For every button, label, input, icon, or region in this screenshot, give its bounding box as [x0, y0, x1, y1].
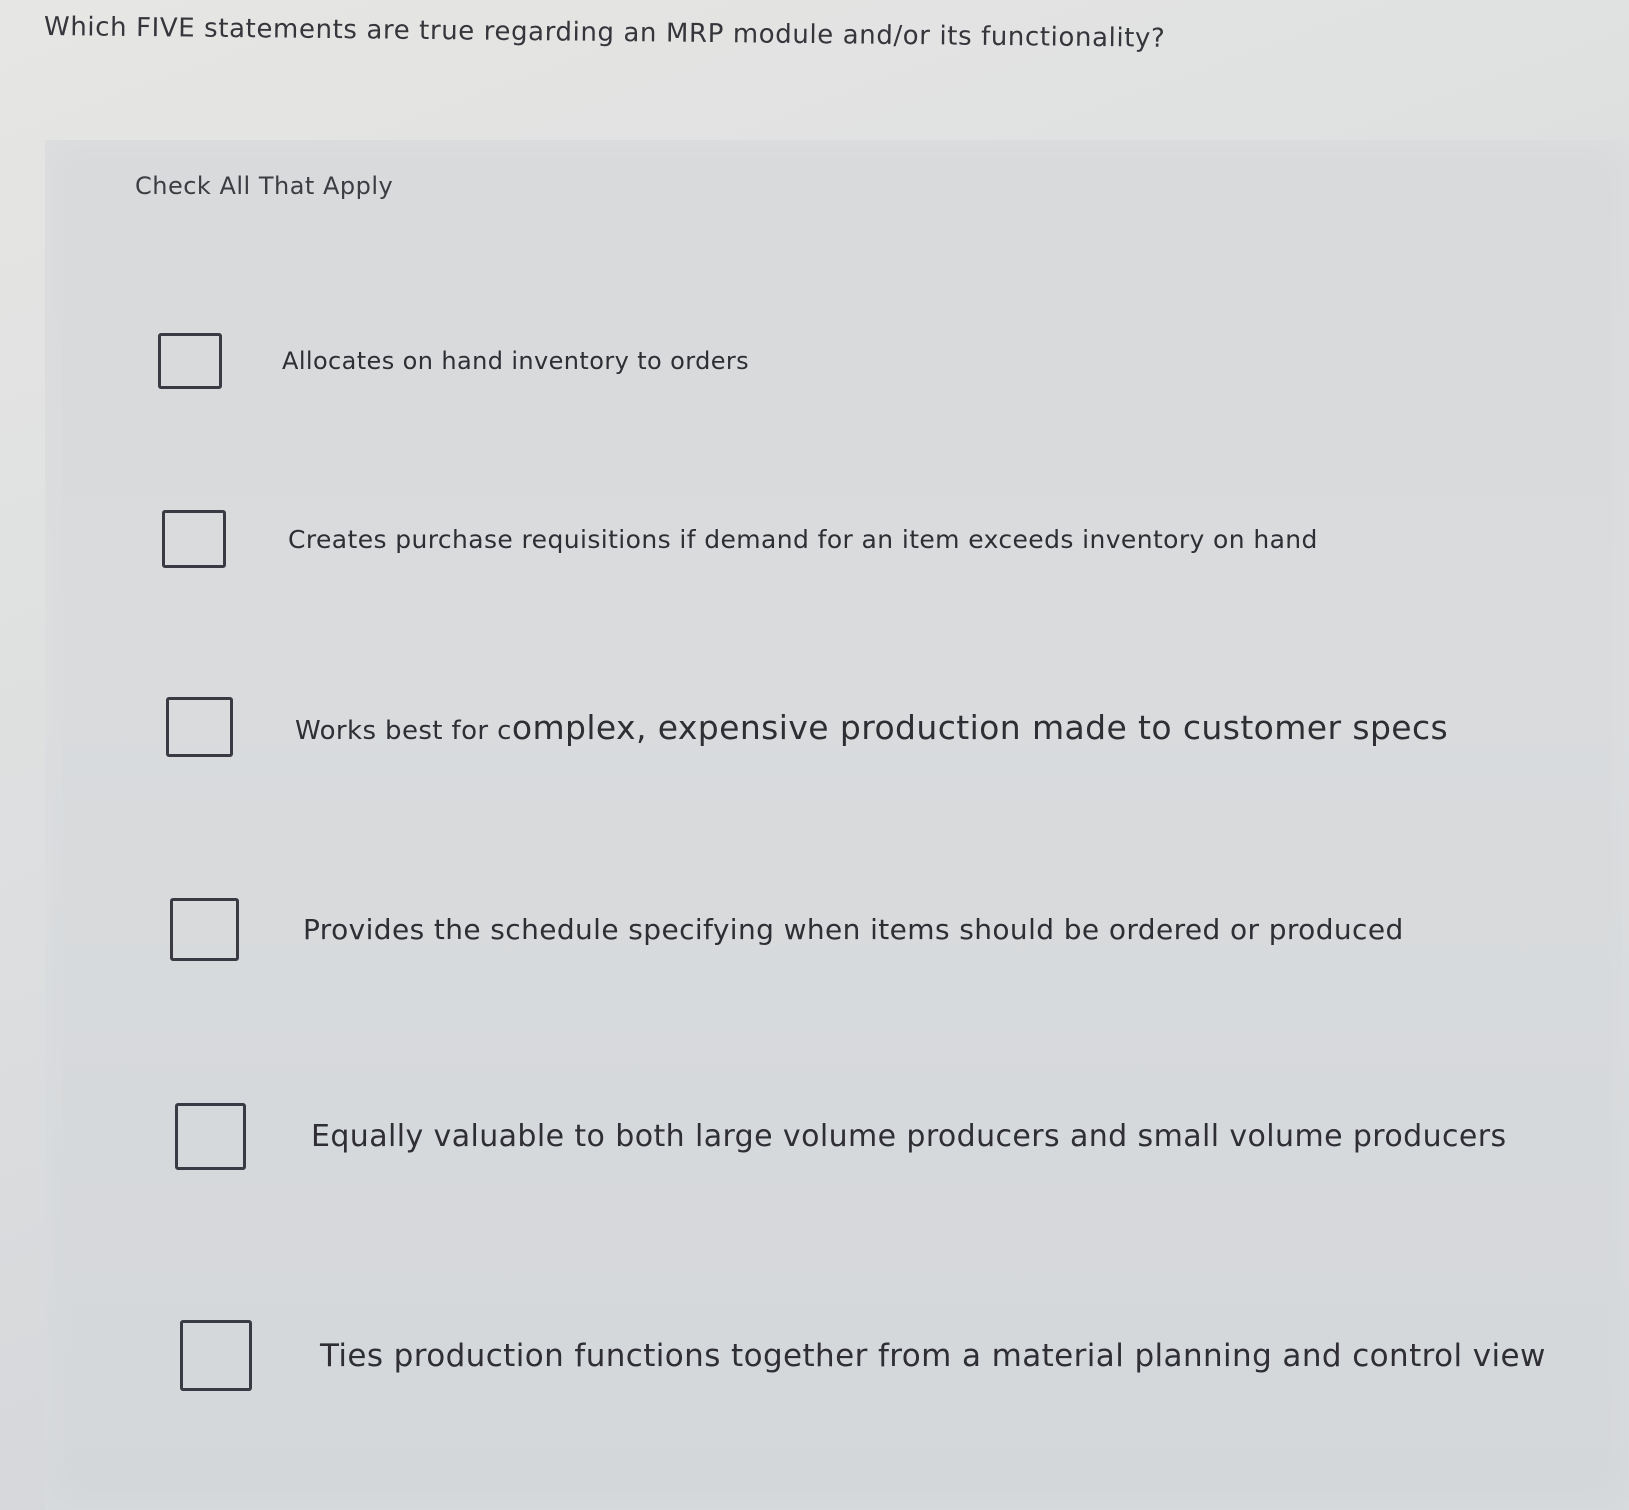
- option-item[interactable]: Works best for complex, expensive produc…: [166, 697, 1448, 757]
- option-item[interactable]: Equally valuable to both large volume pr…: [175, 1103, 1507, 1170]
- option-label[interactable]: Ties production functions together from …: [320, 1338, 1546, 1374]
- instruction-text: Check All That Apply: [135, 172, 394, 200]
- option-label[interactable]: Creates purchase requisitions if demand …: [288, 525, 1318, 554]
- checkbox[interactable]: [166, 697, 233, 757]
- option-item[interactable]: Provides the schedule specifying when it…: [170, 898, 1404, 961]
- option-item[interactable]: Ties production functions together from …: [180, 1320, 1546, 1391]
- option-item[interactable]: Allocates on hand inventory to orders: [158, 333, 749, 389]
- checkbox[interactable]: [158, 333, 222, 389]
- checkbox[interactable]: [162, 510, 226, 568]
- option-label-part: Works best for c: [295, 715, 512, 746]
- checkbox[interactable]: [180, 1320, 252, 1391]
- option-item[interactable]: Creates purchase requisitions if demand …: [162, 510, 1318, 568]
- option-label[interactable]: Provides the schedule specifying when it…: [303, 913, 1404, 946]
- option-label-part: omplex, expensive production made to cus…: [511, 707, 1449, 747]
- option-label[interactable]: Equally valuable to both large volume pr…: [311, 1119, 1507, 1154]
- checkbox[interactable]: [170, 898, 239, 961]
- option-label[interactable]: Works best for complex, expensive produc…: [295, 708, 1448, 747]
- checkbox[interactable]: [175, 1103, 246, 1170]
- option-label[interactable]: Allocates on hand inventory to orders: [282, 347, 749, 375]
- question-text: Which FIVE statements are true regarding…: [43, 12, 1166, 54]
